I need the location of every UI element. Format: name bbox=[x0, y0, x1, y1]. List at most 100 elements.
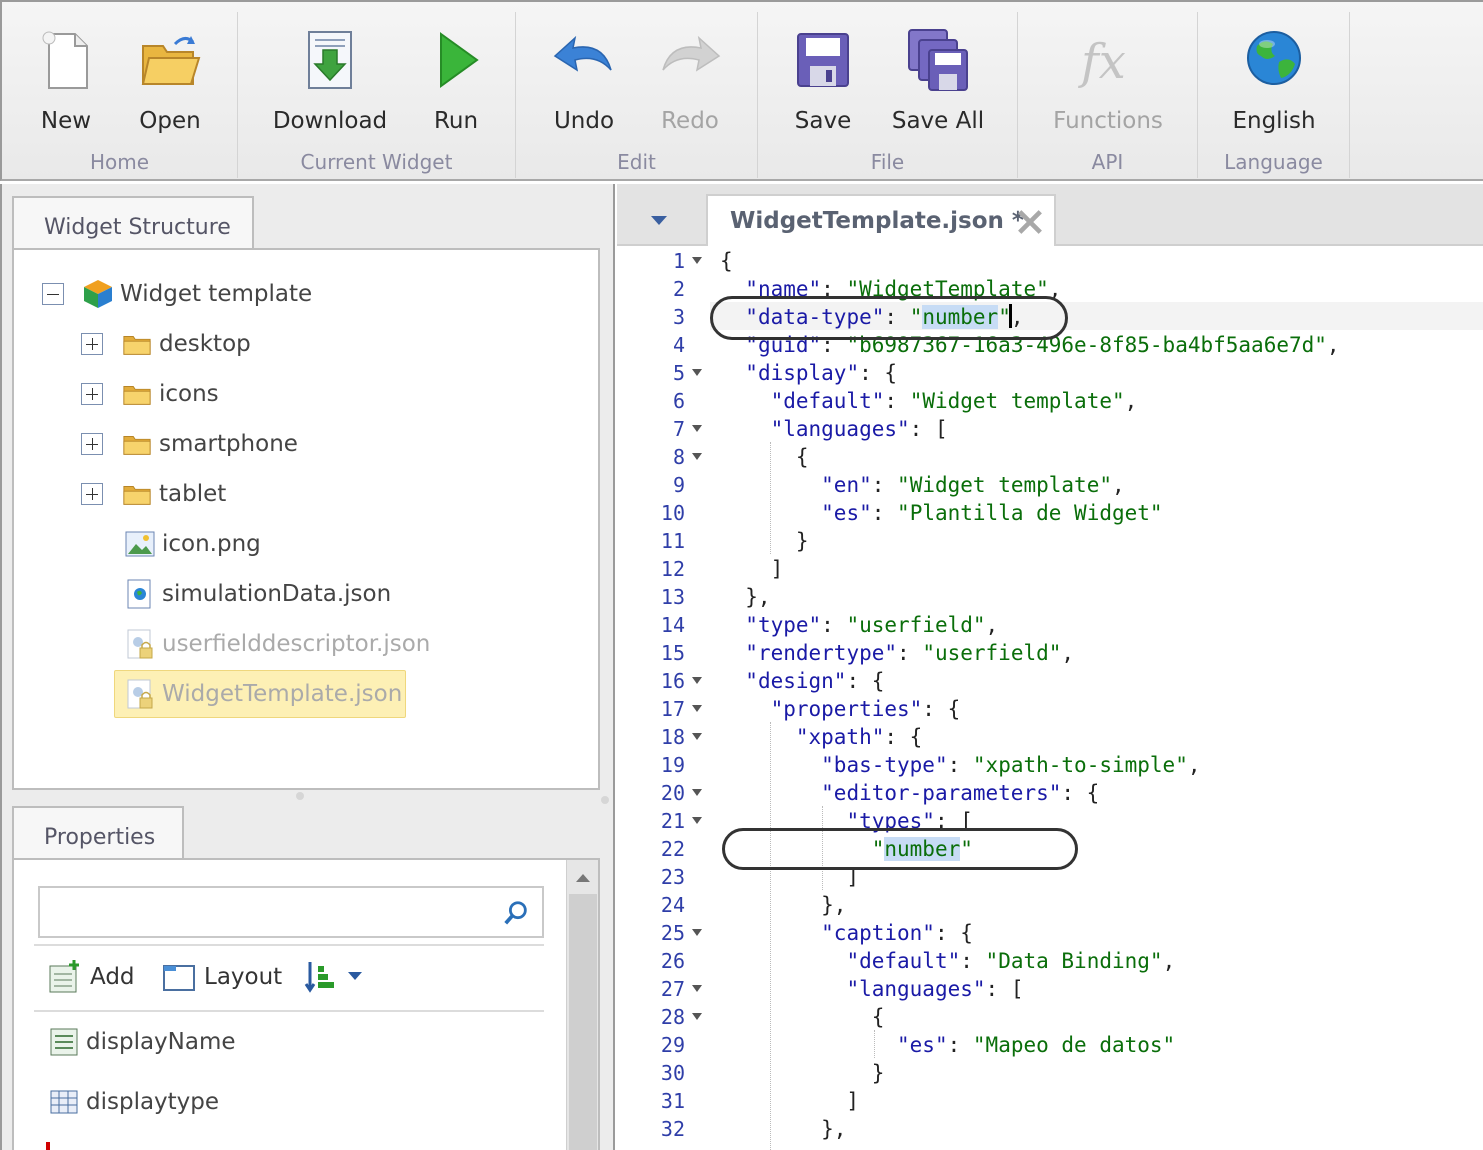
collapse-icon[interactable] bbox=[42, 283, 64, 305]
save-all-label: Save All bbox=[891, 108, 985, 134]
add-property-button[interactable]: Add bbox=[48, 960, 135, 994]
save-label: Save bbox=[794, 108, 852, 134]
fold-toggle-icon[interactable] bbox=[692, 929, 702, 936]
code-line[interactable]: "display": { bbox=[720, 359, 897, 387]
search-icon[interactable] bbox=[502, 899, 530, 927]
english-language-button[interactable]: English bbox=[1218, 20, 1330, 140]
close-tab-icon[interactable] bbox=[1016, 208, 1044, 236]
fold-toggle-icon[interactable] bbox=[692, 453, 702, 460]
fold-toggle-icon[interactable] bbox=[692, 817, 702, 824]
globe-icon bbox=[1247, 31, 1301, 85]
tab-list-dropdown-icon[interactable] bbox=[651, 216, 667, 226]
layout-button[interactable]: Layout bbox=[162, 960, 282, 994]
code-line[interactable]: "editor-parameters": { bbox=[720, 779, 1099, 807]
tree-item-userfielddescriptor[interactable]: userfielddescriptor.json bbox=[124, 625, 430, 663]
sort-dropdown-button[interactable] bbox=[304, 960, 362, 994]
code-line[interactable]: "default": "Widget template", bbox=[720, 387, 1138, 415]
open-button[interactable]: Open bbox=[126, 20, 214, 140]
line-number: 1 bbox=[672, 249, 685, 273]
run-button[interactable]: Run bbox=[416, 20, 496, 140]
property-item-displayname[interactable]: displayName bbox=[48, 1026, 236, 1058]
code-line[interactable]: "en": "Widget template", bbox=[720, 471, 1124, 499]
tree-item-widget-template[interactable]: Widget template bbox=[42, 275, 312, 313]
download-button[interactable]: Download bbox=[268, 20, 392, 140]
line-number: 13 bbox=[660, 585, 685, 609]
code-line[interactable]: "languages": [ bbox=[720, 415, 948, 443]
tree-item-icons[interactable]: icons bbox=[81, 375, 219, 413]
code-line[interactable]: { bbox=[720, 247, 733, 275]
code-line[interactable]: { bbox=[720, 1003, 885, 1031]
properties-scrollbar[interactable] bbox=[566, 860, 598, 1150]
code-line[interactable]: "bas-type": "xpath-to-simple", bbox=[720, 751, 1200, 779]
editor-tab-widgettemplate[interactable]: WidgetTemplate.json * bbox=[706, 194, 1056, 248]
code-line[interactable]: ] bbox=[720, 1087, 859, 1115]
expand-icon[interactable] bbox=[81, 483, 103, 505]
splitter-grip[interactable] bbox=[296, 792, 304, 800]
add-property-icon bbox=[49, 960, 79, 993]
properties-search-input[interactable] bbox=[38, 886, 544, 938]
fold-toggle-icon[interactable] bbox=[692, 257, 702, 264]
code-line[interactable]: { bbox=[720, 443, 809, 471]
code-line[interactable]: "rendertype": "userfield", bbox=[720, 639, 1074, 667]
code-line[interactable]: "caption": { bbox=[720, 919, 973, 947]
code-line[interactable]: }, bbox=[720, 583, 770, 611]
tree-item-desktop[interactable]: desktop bbox=[81, 325, 251, 363]
widget-structure-tab[interactable]: Widget Structure bbox=[12, 196, 254, 252]
line-number: 18 bbox=[660, 725, 685, 749]
tree-item-simulation-data[interactable]: simulationData.json bbox=[124, 575, 391, 613]
fold-toggle-icon[interactable] bbox=[692, 369, 702, 376]
line-number: 5 bbox=[672, 361, 685, 385]
code-line[interactable]: "properties": { bbox=[720, 695, 961, 723]
line-number: 20 bbox=[660, 781, 685, 805]
expand-icon[interactable] bbox=[81, 433, 103, 455]
scroll-up-arrow-icon[interactable] bbox=[576, 872, 590, 882]
tree-item-smartphone[interactable]: smartphone bbox=[81, 425, 298, 463]
tree-item-tablet[interactable]: tablet bbox=[81, 475, 226, 513]
line-number: 3 bbox=[672, 305, 685, 329]
code-line[interactable]: "es": "Mapeo de datos" bbox=[720, 1031, 1175, 1059]
tree-item-icon-png[interactable]: icon.png bbox=[124, 525, 261, 563]
edit-group-label: Edit bbox=[617, 150, 656, 174]
expand-icon[interactable] bbox=[81, 333, 103, 355]
code-line[interactable]: "xpath": { bbox=[720, 723, 922, 751]
code-line[interactable]: "type": "userfield", bbox=[720, 611, 998, 639]
fold-toggle-icon[interactable] bbox=[692, 677, 702, 684]
fold-toggle-icon[interactable] bbox=[692, 1013, 702, 1020]
splitter-grip[interactable] bbox=[601, 796, 609, 804]
fold-toggle-icon[interactable] bbox=[692, 705, 702, 712]
new-label: New bbox=[40, 108, 92, 134]
properties-tab[interactable]: Properties bbox=[12, 806, 184, 862]
undo-button[interactable]: Undo bbox=[540, 20, 628, 140]
line-number: 19 bbox=[660, 753, 685, 777]
line-number: 6 bbox=[672, 389, 685, 413]
locked-json-file-icon bbox=[127, 629, 153, 659]
property-item-partial bbox=[46, 1142, 50, 1150]
scroll-thumb[interactable] bbox=[569, 894, 597, 1150]
code-line[interactable]: "default": "Data Binding", bbox=[720, 947, 1175, 975]
code-line[interactable]: }, bbox=[720, 891, 846, 919]
fold-toggle-icon[interactable] bbox=[692, 789, 702, 796]
redo-button[interactable]: Redo bbox=[646, 20, 734, 140]
tree-label-widgettemplate-json: WidgetTemplate.json bbox=[162, 681, 403, 707]
line-number: 8 bbox=[672, 445, 685, 469]
save-button[interactable]: Save bbox=[780, 20, 866, 140]
download-icon bbox=[308, 31, 352, 89]
fold-toggle-icon[interactable] bbox=[692, 985, 702, 992]
ribbon-group-edit: Undo Redo Edit bbox=[516, 12, 758, 178]
layout-label: Layout bbox=[204, 964, 283, 990]
code-line[interactable]: } bbox=[720, 527, 809, 555]
code-line[interactable]: "es": "Plantilla de Widget" bbox=[720, 499, 1162, 527]
code-line[interactable]: } bbox=[720, 1059, 885, 1087]
code-line[interactable]: ] bbox=[720, 555, 784, 583]
fold-toggle-icon[interactable] bbox=[692, 733, 702, 740]
property-item-displaytype[interactable]: displaytype bbox=[48, 1086, 219, 1118]
code-line[interactable]: "design": { bbox=[720, 667, 884, 695]
tree-item-widgettemplate-json[interactable]: WidgetTemplate.json bbox=[124, 675, 402, 713]
code-line[interactable]: "languages": [ bbox=[720, 975, 1023, 1003]
fold-toggle-icon[interactable] bbox=[692, 425, 702, 432]
functions-button[interactable]: fx Functions bbox=[1044, 20, 1172, 140]
save-all-button[interactable]: Save All bbox=[884, 20, 992, 140]
code-line[interactable]: }, bbox=[720, 1115, 846, 1143]
new-button[interactable]: New bbox=[24, 20, 108, 140]
expand-icon[interactable] bbox=[81, 383, 103, 405]
